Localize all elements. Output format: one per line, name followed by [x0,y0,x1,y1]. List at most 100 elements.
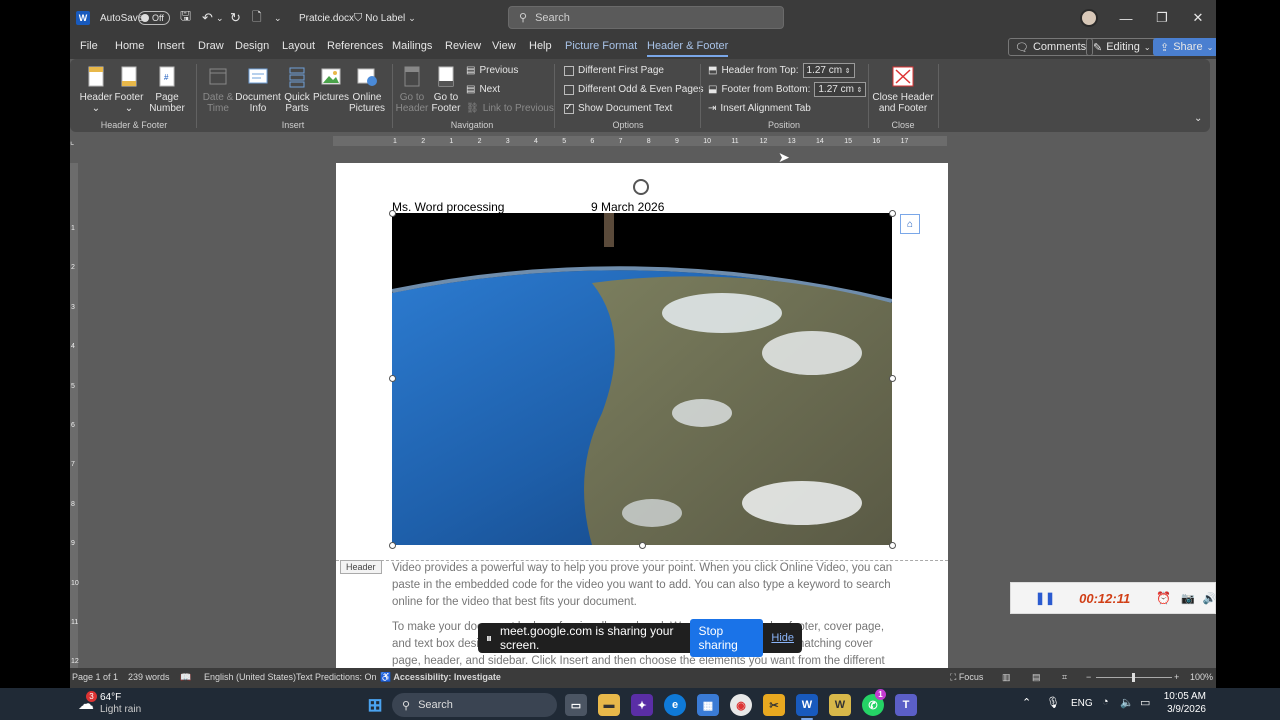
comments-button[interactable]: 🗨 Comments [1008,38,1094,56]
avatar[interactable] [1080,0,1098,36]
tab-references[interactable]: References [327,40,383,52]
search-box[interactable]: ⚲ Search [508,6,784,29]
date-time-button[interactable]: Date & Time [201,65,235,114]
store-icon[interactable]: ▦ [697,694,719,716]
tab-layout[interactable]: Layout [282,40,315,52]
next-button[interactable]: ▤ Next [466,84,500,95]
layout-options-icon[interactable]: ⌂ [900,214,920,234]
web-layout-icon[interactable]: ⌗ [1062,672,1067,683]
sensitivity-label[interactable]: ⛉ No Label ⌄ [354,0,416,36]
weather-widget[interactable]: ☁ 3 64°F Light rain [78,690,141,718]
resize-handle[interactable] [389,542,396,549]
tab-file[interactable]: File [80,40,98,52]
close-window-icon[interactable]: ✕ [1180,0,1216,36]
minimize-icon[interactable]: — [1108,0,1144,36]
quick-parts-button[interactable]: Quick Parts [281,65,313,114]
wifi-icon[interactable]: ◔ [1102,696,1109,708]
tab-mailings[interactable]: Mailings [392,40,432,52]
print-preview-icon[interactable]: 🗋 [252,0,262,36]
tab-selector-icon[interactable]: ⌞ [70,136,74,147]
tab-help[interactable]: Help [529,40,552,52]
resize-handle[interactable] [889,375,896,382]
pause-icon[interactable]: ❚❚ [1035,591,1055,605]
editing-button[interactable]: ✎ Editing ⌄ [1086,38,1158,56]
go-to-header-button[interactable]: Go to Header [396,65,428,114]
show-hidden-icons[interactable]: ⌃ [1022,696,1031,709]
resize-handle[interactable] [889,210,896,217]
start-icon[interactable]: ⊞ [364,694,386,716]
resize-handle[interactable] [389,375,396,382]
share-button[interactable]: ⇪ Share ⌄ [1153,38,1216,56]
rotate-handle-icon[interactable] [633,179,649,195]
vertical-ruler[interactable]: 1 2 3 4 5 6 7 8 9 10 11 12 [70,163,79,668]
header-date-text[interactable]: 9 March 2026 [591,200,664,214]
tab-draw[interactable]: Draw [198,40,224,52]
audio-icon[interactable]: 🔊 [1203,592,1217,605]
body-paragraph-1[interactable]: Video provides a powerful way to help yo… [392,560,894,611]
online-pictures-button[interactable]: Online Pictures [349,65,385,114]
header-from-top-spinner[interactable]: 1.27 cm ⇕ [802,63,855,78]
accessibility-status[interactable]: ♿ Accessibility: Investigate [380,672,501,683]
zoom-slider-thumb[interactable] [1132,673,1135,682]
different-first-page-checkbox[interactable]: Different First Page [564,65,664,76]
earth-picture[interactable] [392,213,892,545]
zoom-in-icon[interactable]: + [1174,672,1179,682]
autosave-toggle[interactable]: Off [138,0,170,36]
insert-alignment-tab-button[interactable]: ⇥ Insert Alignment Tab [708,103,811,114]
language-status[interactable]: English (United States) [204,672,296,682]
tab-review[interactable]: Review [445,40,481,52]
battery-icon[interactable]: ▭ [1140,696,1150,709]
document-info-button[interactable]: Document Info [235,65,281,114]
redo-icon[interactable]: ↻ [230,0,241,36]
volume-icon[interactable]: 🔈 [1120,696,1134,709]
document-name[interactable]: Pratcie.docx [299,0,354,36]
page-count[interactable]: Page 1 of 1 [72,672,118,682]
word-taskbar-icon[interactable]: W [796,694,818,716]
different-odd-even-checkbox[interactable]: Different Odd & Even Pages [564,84,703,95]
previous-button[interactable]: ▤ Previous [466,65,518,76]
microphone-icon[interactable]: 🎙 [1046,696,1060,709]
undo-dropdown-icon[interactable]: ⌄ [216,0,224,36]
clock[interactable]: 10:05 AM 3/9/2026 [1160,690,1206,716]
word-doc-icon[interactable]: W [829,694,851,716]
document-page[interactable]: Ms. Word processing 9 March 2026 ⌂ Heade… [336,163,948,668]
chrome-icon[interactable]: ◉ [730,694,752,716]
customize-qat-icon[interactable]: ⌄ [274,0,282,36]
file-explorer-icon[interactable]: ▬ [598,694,620,716]
camera-icon[interactable]: 📷 [1181,592,1195,605]
focus-button[interactable]: ⛶ Focus [950,672,983,683]
whatsapp-icon[interactable]: ✆ 1 [862,689,886,716]
copilot-icon[interactable]: ✦ [631,694,653,716]
footer-button[interactable]: Footer ⌄ [114,65,144,114]
horizontal-ruler[interactable]: 1 2 1 2 3 4 5 6 7 8 9 10 11 12 13 14 15 16 17 [333,136,947,146]
page-number-button[interactable]: # Page Number [146,65,188,114]
header-left-text[interactable]: Ms. Word processing [392,200,504,214]
edge-icon[interactable]: e [664,694,686,716]
resize-handle[interactable] [389,210,396,217]
snipping-icon[interactable]: ✂ [763,694,785,716]
zoom-level[interactable]: 100% [1190,672,1213,682]
text-predictions-status[interactable]: Text Predictions: On [296,672,377,682]
header-button[interactable]: Header ⌄ [80,65,112,114]
word-count[interactable]: 239 words [128,672,170,682]
resize-handle[interactable] [639,542,646,549]
tab-picture-format[interactable]: Picture Format [565,40,637,52]
alarm-icon[interactable]: ⏰ [1156,591,1171,605]
drag-handle-icon[interactable]: ⏸ [486,631,492,646]
resize-handle[interactable] [889,542,896,549]
tab-view[interactable]: View [492,40,516,52]
hide-link[interactable]: Hide [771,632,794,644]
link-to-previous-button[interactable]: ⛓ Link to Previous [466,103,554,114]
stop-sharing-button[interactable]: Stop sharing [690,619,764,657]
print-layout-icon[interactable]: ▤ [1032,672,1041,683]
save-icon[interactable]: 🖫 [180,0,191,36]
zoom-out-icon[interactable]: − [1086,672,1091,682]
tab-design[interactable]: Design [235,40,269,52]
proofing-icon[interactable]: 📖 [180,672,191,683]
footer-from-bottom-spinner[interactable]: 1.27 cm ⇕ [814,82,867,97]
close-header-footer-button[interactable]: Close Header and Footer [872,65,934,114]
input-language[interactable]: ENG [1071,698,1093,709]
tab-header-footer[interactable]: Header & Footer [647,40,729,57]
restore-icon[interactable]: ❐ [1144,0,1180,36]
task-view-icon[interactable]: ▭ [565,694,587,716]
